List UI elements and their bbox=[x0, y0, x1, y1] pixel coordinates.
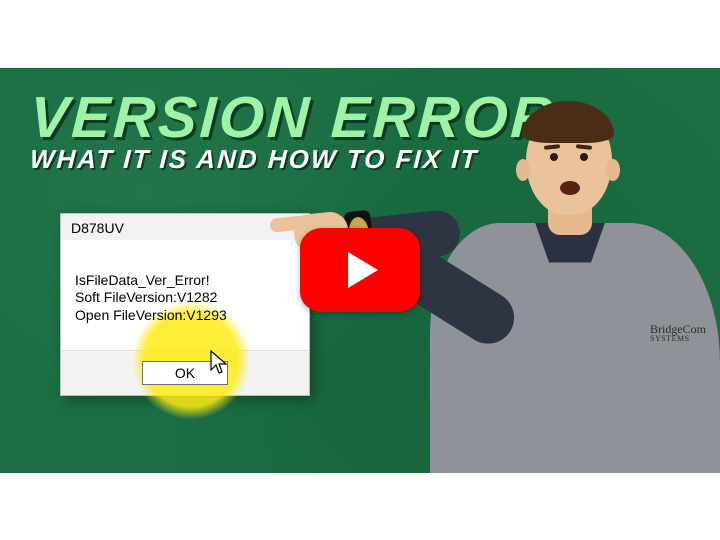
error-line-3: Open FileVersion:V1293 bbox=[75, 307, 295, 325]
shirt-logo-bottom: SYSTEMS bbox=[650, 335, 706, 343]
presenter: BridgeCom SYSTEMS bbox=[390, 113, 720, 473]
ok-button[interactable]: OK bbox=[142, 361, 228, 385]
presenter-ear-right bbox=[606, 159, 620, 181]
presenter-ear-left bbox=[516, 159, 530, 181]
presenter-eye-left bbox=[550, 153, 558, 161]
error-line-2: Soft FileVersion:V1282 bbox=[75, 289, 295, 307]
play-button[interactable] bbox=[300, 228, 420, 312]
error-dialog: D878UV IsFileData_Ver_Error! Soft FileVe… bbox=[60, 213, 310, 396]
video-thumbnail[interactable]: VERSION ERROR WHAT IT IS AND HOW TO FIX … bbox=[0, 68, 720, 473]
play-icon bbox=[348, 252, 378, 288]
dialog-body: IsFileData_Ver_Error! Soft FileVersion:V… bbox=[61, 240, 309, 350]
presenter-eye-right bbox=[580, 153, 588, 161]
presenter-mouth bbox=[560, 181, 580, 195]
error-line-1: IsFileData_Ver_Error! bbox=[75, 272, 295, 290]
dialog-footer: OK bbox=[61, 350, 309, 395]
shirt-logo: BridgeCom SYSTEMS bbox=[650, 323, 706, 343]
